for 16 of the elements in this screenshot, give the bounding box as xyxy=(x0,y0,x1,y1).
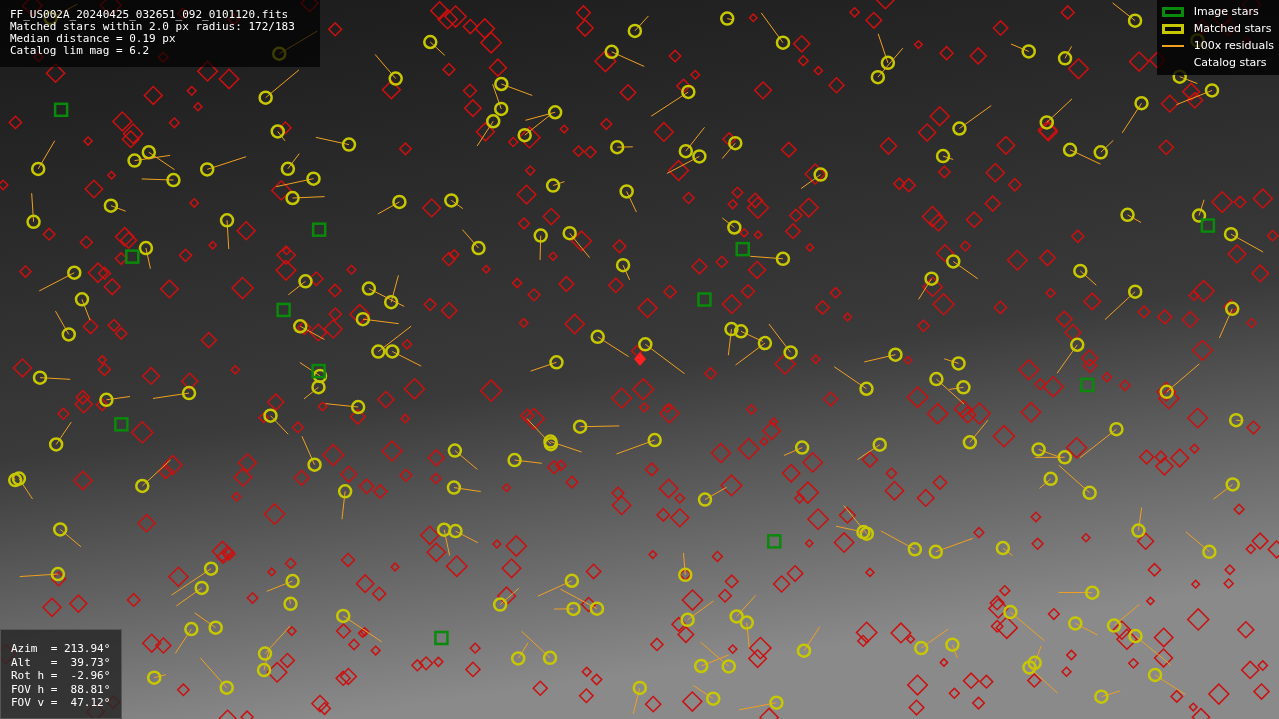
legend-swatch-icon xyxy=(1161,24,1184,34)
legend-label: Catalog stars xyxy=(1193,54,1267,71)
pointing-text: Rot h = -2.96° xyxy=(11,669,112,683)
info-text: Median distance = 0.19 px xyxy=(10,33,177,45)
legend-label: 100x residuals xyxy=(1193,37,1274,54)
pointing-text: Alt = 39.73° xyxy=(11,655,112,669)
info-text: Matched stars within 2.0 px radius: 172/183 xyxy=(10,21,296,33)
legend-label: Matched stars xyxy=(1193,20,1272,37)
legend-line-icon xyxy=(1161,45,1184,47)
legend-label: Image stars xyxy=(1193,3,1259,20)
pointing-text: FOV v = 47.12° xyxy=(11,696,112,710)
pointing-text: FOV h = 88.81° xyxy=(11,682,112,696)
info-text: FF_US002A_20240425_032651_092_0101120.fits xyxy=(10,9,290,21)
info-text: Catalog lim mag = 6.2 xyxy=(10,45,151,57)
legend-swatch-icon xyxy=(1161,7,1184,17)
pointing-text: Azim = 213.94° xyxy=(11,642,112,656)
